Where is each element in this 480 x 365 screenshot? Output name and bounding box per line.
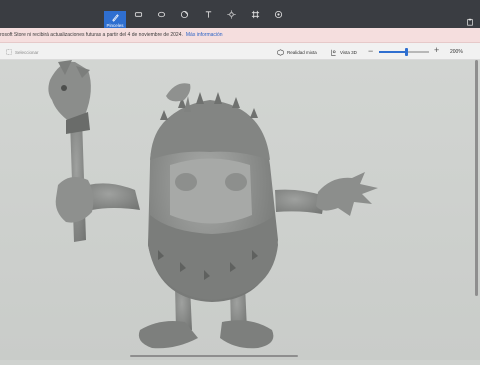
effects-icon [227,10,236,19]
notice-text: rosoft Store ni recibirá actualizaciones… [0,32,183,38]
shapes-3d-icon [157,11,166,18]
view-3d-icon [331,49,336,56]
deprecation-notice: rosoft Store ni recibirá actualizaciones… [0,28,480,43]
zoom-slider-thumb[interactable] [405,48,408,56]
text-icon [205,11,212,18]
secondary-toolbar: Seleccionar Realidad mixta Vista 3D − + … [0,43,480,60]
mixed-reality-icon [277,49,284,56]
view-3d-label: Vista 3D [340,50,357,55]
shapes-3d-tool[interactable] [157,10,166,28]
stickers-tool[interactable] [180,10,189,28]
more-info-link[interactable]: Más información [186,32,223,38]
left-arm [55,176,140,223]
mixed-reality-label: Realidad mixta [287,50,317,55]
text-tool[interactable] [204,10,213,28]
zoom-slider-fill [379,51,407,53]
brushes-tool[interactable]: Pinceles [104,11,126,28]
sticker-icon [180,10,189,19]
canvas-icon [251,10,260,19]
shapes-2d-tool[interactable] [134,10,143,28]
clipboard-icon [467,18,473,26]
brush-icon [111,14,119,22]
select-icon [6,49,12,55]
canvas-area[interactable] [0,60,480,360]
body [148,92,278,302]
select-dropdown[interactable]: Seleccionar [6,49,39,55]
zoom-out-button[interactable]: − [368,46,373,56]
zoom-value: 200% [450,49,463,55]
effects-tool[interactable] [227,10,236,28]
right-arm [275,172,378,216]
shapes-2d-icon [134,12,143,17]
canvas-tool[interactable] [251,10,260,28]
horizontal-scrollbar[interactable] [130,355,298,357]
zoom-slider[interactable] [379,48,429,56]
mixed-reality-button[interactable]: Realidad mixta [277,49,317,56]
top-toolbar: Pinceles [0,0,480,28]
view-3d-button[interactable]: Vista 3D [330,49,357,56]
zoom-in-button[interactable]: + [434,45,439,55]
library-3d-tool[interactable] [274,10,283,28]
select-label: Seleccionar [15,49,39,55]
library-3d-icon [274,10,283,19]
vertical-scrollbar[interactable] [475,60,478,296]
creature-model[interactable] [0,60,480,360]
